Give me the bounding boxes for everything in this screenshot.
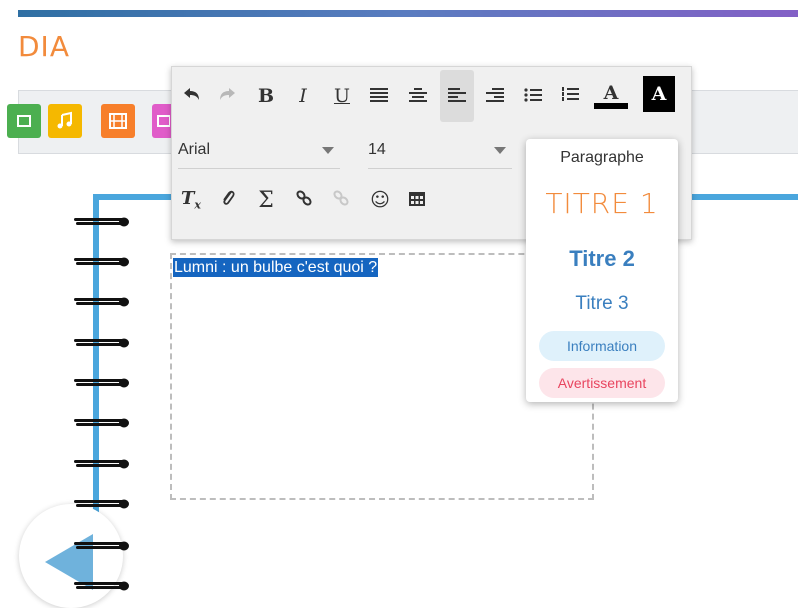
attach-button[interactable]: [213, 180, 243, 220]
spiral-ring: [74, 297, 130, 307]
media-film-button[interactable]: [101, 104, 135, 138]
smiley-icon: ☺: [370, 189, 390, 211]
top-accent-bar: [18, 10, 798, 17]
text-color-button[interactable]: A: [594, 70, 628, 122]
media-music-button[interactable]: [48, 104, 82, 138]
app-title: DIA: [18, 30, 70, 63]
align-left-icon: [448, 85, 466, 107]
spiral-ring: [74, 217, 130, 227]
format-warning-option[interactable]: Avertissement: [539, 368, 665, 398]
spiral-ring: [74, 378, 130, 388]
clear-format-button[interactable]: Tx: [176, 180, 206, 220]
undo-button[interactable]: [176, 70, 206, 122]
film-icon: [108, 111, 128, 131]
font-size-select[interactable]: 14: [368, 138, 512, 169]
format-title2-option[interactable]: Titre 2: [526, 246, 678, 272]
media-video-button[interactable]: [7, 104, 41, 138]
numbered-list-button[interactable]: [555, 70, 585, 122]
undo-icon: [181, 85, 201, 107]
spiral-ring: [74, 418, 130, 428]
selected-text[interactable]: Lumni : un bulbe c'est quoi ?: [173, 258, 379, 277]
spiral-ring: [74, 541, 130, 551]
paperclip-icon: [220, 188, 236, 213]
link-button[interactable]: [289, 180, 319, 220]
redo-icon: [218, 85, 238, 107]
align-left-button[interactable]: [440, 70, 474, 122]
spiral-ring: [74, 257, 130, 267]
font-family-value: Arial: [178, 141, 211, 158]
emoji-button[interactable]: ☺: [365, 180, 395, 220]
paragraph-format-menu: Paragraphe TITRE 1 Titre 2 Titre 3 Infor…: [526, 139, 678, 402]
align-center-icon: [409, 85, 427, 107]
bullet-list-icon: [524, 85, 542, 107]
font-family-select[interactable]: Arial: [178, 138, 340, 169]
image-icon: [156, 112, 170, 130]
chevron-down-icon: [322, 147, 334, 154]
redo-button[interactable]: [213, 70, 243, 122]
align-right-icon: [486, 85, 504, 107]
clear-format-icon: Tx: [181, 188, 201, 212]
align-right-button[interactable]: [480, 70, 510, 122]
formula-button[interactable]: Σ: [251, 180, 281, 220]
format-information-option[interactable]: Information: [539, 331, 665, 361]
align-justify-button[interactable]: [364, 70, 394, 122]
background-color-button[interactable]: A: [643, 76, 675, 112]
text-color-letter: A: [603, 82, 619, 104]
unlink-icon: [332, 189, 350, 212]
link-icon: [295, 189, 313, 212]
spiral-ring: [74, 499, 130, 509]
font-size-value: 14: [368, 141, 386, 158]
music-note-icon: [55, 111, 75, 131]
text-color-swatch: [594, 103, 628, 109]
spiral-ring: [74, 459, 130, 469]
video-icon: [15, 112, 33, 130]
spiral-ring: [74, 581, 130, 591]
format-paragraph-option[interactable]: Paragraphe: [526, 149, 678, 167]
table-icon: [409, 189, 425, 211]
italic-button[interactable]: I: [288, 70, 318, 122]
align-center-button[interactable]: [403, 70, 433, 122]
underline-button[interactable]: U: [327, 70, 357, 122]
align-justify-icon: [370, 85, 388, 107]
format-title1-option[interactable]: TITRE 1: [526, 187, 678, 220]
bold-button[interactable]: B: [251, 70, 281, 122]
back-button[interactable]: [19, 504, 123, 608]
chevron-down-icon: [494, 147, 506, 154]
spiral-ring: [74, 338, 130, 348]
numbered-list-icon: [561, 85, 579, 107]
format-title3-option[interactable]: Titre 3: [526, 293, 678, 315]
unlink-button[interactable]: [326, 180, 356, 220]
bullet-list-button[interactable]: [518, 70, 548, 122]
table-button[interactable]: [402, 180, 432, 220]
